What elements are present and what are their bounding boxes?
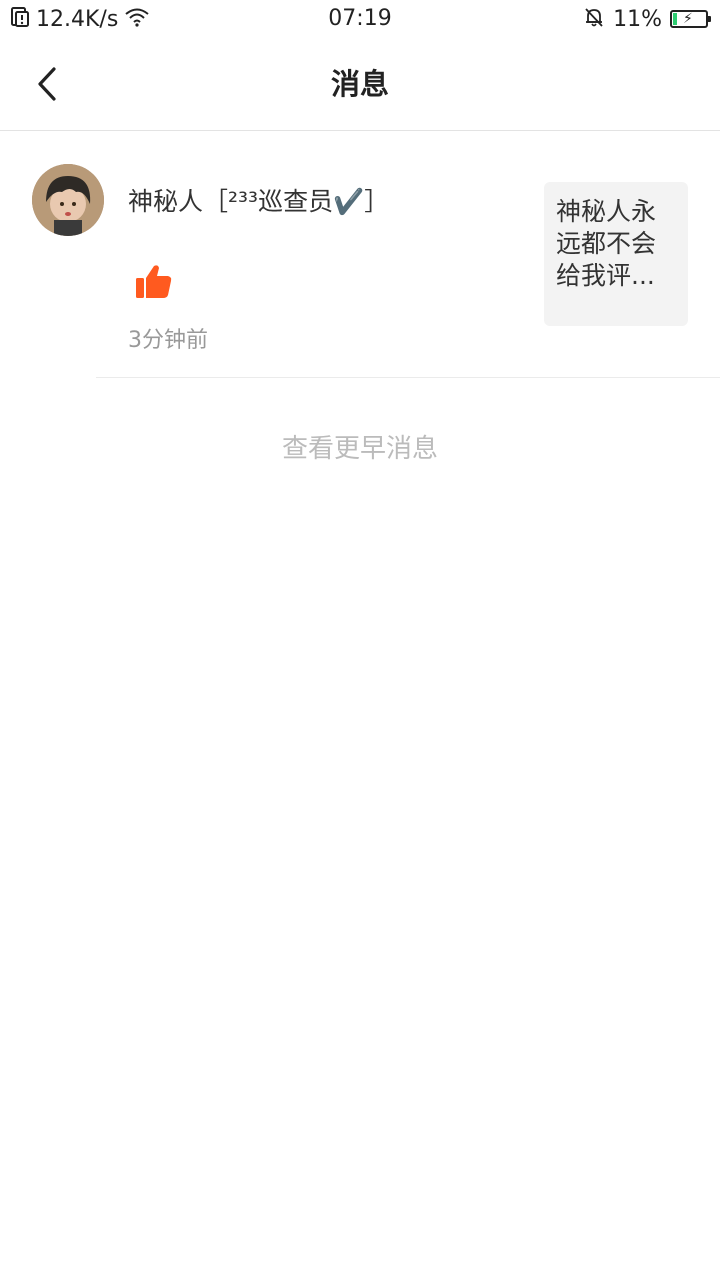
battery-level [673, 13, 677, 25]
thumbs-up-icon [134, 262, 174, 302]
divider [96, 377, 720, 378]
battery-charging-icon: ⚡ [670, 10, 711, 28]
content-preview[interactable]: 神秘人永远都不会给我评... [544, 182, 688, 326]
battery-percent: 11% [613, 6, 662, 32]
page-title: 消息 [330, 67, 389, 101]
bell-muted-icon [583, 6, 605, 32]
back-button[interactable] [26, 60, 70, 108]
preview-text: 神秘人永远都不会给我评... [556, 197, 657, 290]
status-right: 11% ⚡ [583, 4, 711, 34]
timestamp: 3分钟前 [128, 328, 208, 353]
avatar[interactable] [32, 164, 104, 236]
top-nav-bar: 消息 [0, 38, 720, 131]
back-arrow-icon [38, 67, 56, 101]
status-bar: 12.4K/s 07:19 11% ⚡ [0, 0, 720, 38]
load-earlier-messages-button[interactable]: 查看更早消息 [0, 428, 720, 465]
user-name[interactable]: 神秘人［²³³巡查员✔️］ [128, 182, 389, 218]
notification-item[interactable]: 神秘人［²³³巡查员✔️］ 3分钟前 神秘人永远都不会给我评... [0, 132, 720, 378]
